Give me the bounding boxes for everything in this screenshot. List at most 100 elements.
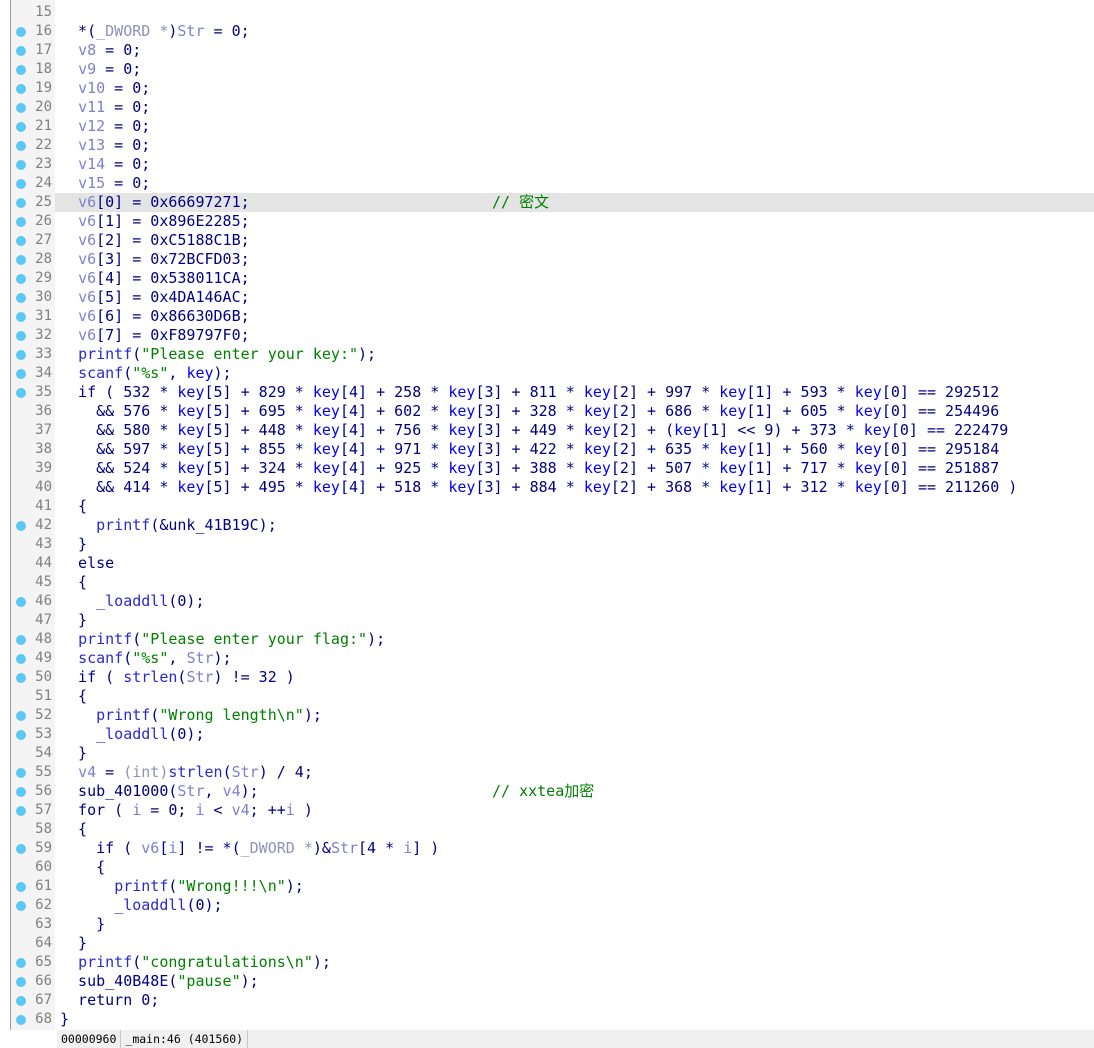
code-line[interactable]: 20 v11 = 0; [0,98,1094,117]
code-text[interactable]: _loaddll(0); [55,592,1094,611]
code-line[interactable]: 48 printf("Please enter your flag:"); [0,630,1094,649]
code-line[interactable]: 39 && 524 * key[5] + 324 * key[4] + 925 … [0,459,1094,478]
code-text[interactable]: v6[4] = 0x538011CA; [55,269,1094,288]
code-text[interactable]: v6[1] = 0x896E2285; [55,212,1094,231]
code-line[interactable]: 27 v6[2] = 0xC5188C1B; [0,231,1094,250]
code-text[interactable]: } [55,744,1094,763]
code-line[interactable]: 68} [0,1010,1094,1029]
code-line[interactable]: 43 } [0,535,1094,554]
code-text[interactable]: if ( 532 * key[5] + 829 * key[4] + 258 *… [55,383,1094,402]
code-text[interactable]: v6[6] = 0x86630D6B; [55,307,1094,326]
code-text[interactable]: v6[2] = 0xC5188C1B; [55,231,1094,250]
code-text[interactable]: scanf("%s", Str); [55,649,1094,668]
code-line[interactable]: 62 _loaddll(0); [0,896,1094,915]
code-line[interactable]: 15 [0,3,1094,22]
code-text[interactable]: v6[7] = 0xF89797F0; [55,326,1094,345]
code-text[interactable]: _loaddll(0); [55,725,1094,744]
code-text[interactable]: printf("Wrong!!!\n"); [55,877,1094,896]
code-line[interactable]: 50 if ( strlen(Str) != 32 ) [0,668,1094,687]
code-text[interactable]: } [55,535,1094,554]
pseudocode-view[interactable]: 15 16 *(_DWORD *)Str = 0; 17 v8 = 0; 18 v9 … [0,3,1094,1029]
code-line[interactable]: 42 printf(&unk_41B19C); [0,516,1094,535]
code-line[interactable]: 29 v6[4] = 0x538011CA; [0,269,1094,288]
code-line[interactable]: 53 _loaddll(0); [0,725,1094,744]
code-text[interactable]: { [55,687,1094,706]
code-line[interactable]: 41 { [0,497,1094,516]
code-line[interactable]: 59 if ( v6[i] != *(_DWORD *)&Str[4 * i] … [0,839,1094,858]
code-line[interactable]: 38 && 597 * key[5] + 855 * key[4] + 971 … [0,440,1094,459]
code-line[interactable]: 33 printf("Please enter your key:"); [0,345,1094,364]
code-line[interactable]: 36 && 576 * key[5] + 695 * key[4] + 602 … [0,402,1094,421]
code-text[interactable]: v6[5] = 0x4DA146AC; [55,288,1094,307]
code-text[interactable]: printf("congratulations\n"); [55,953,1094,972]
code-text[interactable]: v14 = 0; [55,155,1094,174]
code-text[interactable]: printf(&unk_41B19C); [55,516,1094,535]
code-text[interactable]: *(_DWORD *)Str = 0; [55,22,1094,41]
code-line[interactable]: 23 v14 = 0; [0,155,1094,174]
code-line[interactable]: 16 *(_DWORD *)Str = 0; [0,22,1094,41]
code-line[interactable]: 19 v10 = 0; [0,79,1094,98]
code-text[interactable]: v4 = (int)strlen(Str) / 4; [55,763,1094,782]
code-text[interactable]: } [55,1010,1094,1029]
code-line[interactable]: 30 v6[5] = 0x4DA146AC; [0,288,1094,307]
code-line[interactable]: 57 for ( i = 0; i < v4; ++i ) [0,801,1094,820]
code-line[interactable]: 28 v6[3] = 0x72BCFD03; [0,250,1094,269]
code-text[interactable]: if ( v6[i] != *(_DWORD *)&Str[4 * i] ) [55,839,1094,858]
code-text[interactable]: } [55,934,1094,953]
code-line[interactable]: 64 } [0,934,1094,953]
code-line[interactable]: 24 v15 = 0; [0,174,1094,193]
code-line[interactable]: 52 printf("Wrong length\n"); [0,706,1094,725]
code-text[interactable]: else [55,554,1094,573]
code-text[interactable]: v11 = 0; [55,98,1094,117]
code-line[interactable]: 63 } [0,915,1094,934]
code-text[interactable]: for ( i = 0; i < v4; ++i ) [55,801,1094,820]
code-text[interactable]: } [55,611,1094,630]
code-text[interactable]: v6[0] = 0x66697271; [55,193,1094,212]
code-line[interactable]: 45 { [0,573,1094,592]
code-text[interactable]: printf("Wrong length\n"); [55,706,1094,725]
code-line[interactable]: 37 && 580 * key[5] + 448 * key[4] + 756 … [0,421,1094,440]
code-line[interactable]: 40 && 414 * key[5] + 495 * key[4] + 518 … [0,478,1094,497]
code-line[interactable]: 22 v13 = 0; [0,136,1094,155]
code-text[interactable]: _loaddll(0); [55,896,1094,915]
code-line[interactable]: 44 else [0,554,1094,573]
code-line[interactable]: 21 v12 = 0; [0,117,1094,136]
code-text[interactable]: v10 = 0; [55,79,1094,98]
code-line[interactable]: 61 printf("Wrong!!!\n"); [0,877,1094,896]
code-line[interactable]: 51 { [0,687,1094,706]
code-line[interactable]: 34 scanf("%s", key); [0,364,1094,383]
code-text[interactable] [55,3,1094,22]
code-text[interactable]: if ( strlen(Str) != 32 ) [55,668,1094,687]
code-text[interactable]: sub_40B48E("pause"); [55,972,1094,991]
code-line[interactable]: 58 { [0,820,1094,839]
code-line[interactable]: 17 v8 = 0; [0,41,1094,60]
code-line[interactable]: 35 if ( 532 * key[5] + 829 * key[4] + 25… [0,383,1094,402]
code-text[interactable]: printf("Please enter your key:"); [55,345,1094,364]
code-line[interactable]: 26 v6[1] = 0x896E2285; [0,212,1094,231]
code-line[interactable]: 25 v6[0] = 0x66697271;// 密文 [0,193,1094,212]
code-text[interactable]: } [55,915,1094,934]
code-text[interactable]: v8 = 0; [55,41,1094,60]
code-line[interactable]: 60 { [0,858,1094,877]
code-text[interactable]: printf("Please enter your flag:"); [55,630,1094,649]
code-text[interactable]: { [55,497,1094,516]
code-text[interactable]: { [55,573,1094,592]
code-text[interactable]: { [55,820,1094,839]
code-line[interactable]: 66 sub_40B48E("pause"); [0,972,1094,991]
code-line[interactable]: 18 v9 = 0; [0,60,1094,79]
code-line[interactable]: 65 printf("congratulations\n"); [0,953,1094,972]
code-line[interactable]: 49 scanf("%s", Str); [0,649,1094,668]
code-text[interactable]: v12 = 0; [55,117,1094,136]
code-line[interactable]: 67 return 0; [0,991,1094,1010]
code-text[interactable]: && 576 * key[5] + 695 * key[4] + 602 * k… [55,402,1094,421]
code-text[interactable]: v6[3] = 0x72BCFD03; [55,250,1094,269]
code-line[interactable]: 46 _loaddll(0); [0,592,1094,611]
code-line[interactable]: 56 sub_401000(Str, v4); // xxtea加密 [0,782,1094,801]
code-text[interactable]: { [55,858,1094,877]
code-line[interactable]: 47 } [0,611,1094,630]
code-text[interactable]: scanf("%s", key); [55,364,1094,383]
code-line[interactable]: 54 } [0,744,1094,763]
code-text[interactable]: v9 = 0; [55,60,1094,79]
code-text[interactable]: v15 = 0; [55,174,1094,193]
code-line[interactable]: 32 v6[7] = 0xF89797F0; [0,326,1094,345]
